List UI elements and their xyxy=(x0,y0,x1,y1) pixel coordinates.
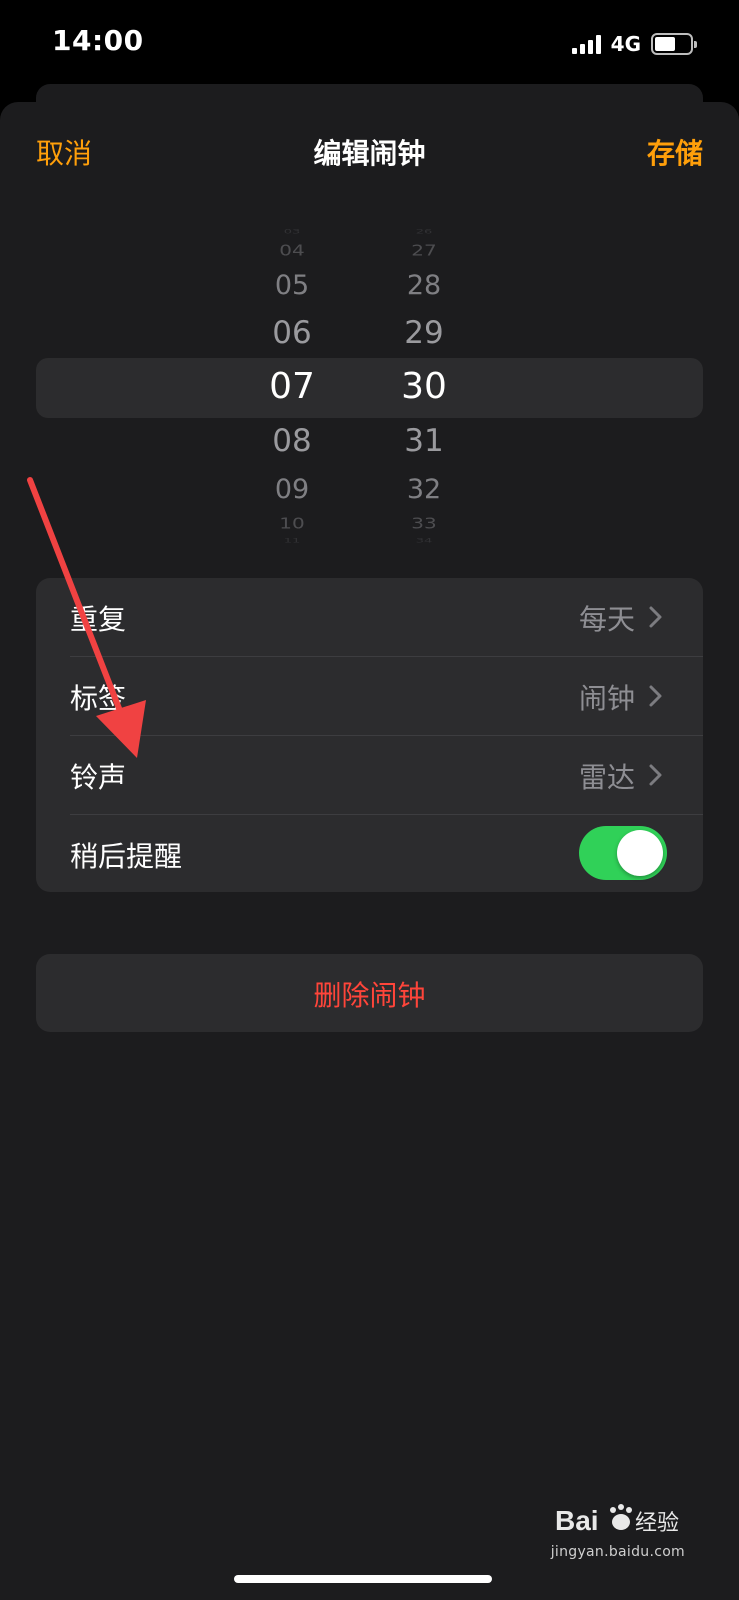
hour-wheel-item[interactable]: 09 xyxy=(252,474,332,505)
minute-wheel-item[interactable]: 27 xyxy=(384,241,464,259)
hour-wheel-item[interactable]: 06 xyxy=(252,315,332,351)
screen: 14:00 4G 取消 编辑闹钟 存储 03 04 05 06 07 08 09 10 11 26… xyxy=(0,0,739,1600)
save-button[interactable]: 存储 xyxy=(647,132,703,172)
minute-wheel-item[interactable]: 32 xyxy=(384,474,464,505)
status-time: 14:00 xyxy=(52,24,144,57)
svg-text:经验: 经验 xyxy=(635,1511,679,1536)
hour-wheel-item[interactable]: 05 xyxy=(252,270,332,301)
repeat-row[interactable]: 重复 每天 xyxy=(36,578,703,656)
baidu-jingyan-watermark: Bai 经验 jingyan.baidu.com xyxy=(551,1500,685,1560)
page-title: 编辑闹钟 xyxy=(313,137,426,170)
toggle-knob xyxy=(617,830,663,876)
status-icons: 4G xyxy=(571,30,697,58)
snooze-toggle[interactable] xyxy=(579,826,667,880)
alarm-settings-group: 重复 每天 标签 闹钟 铃声 雷达 稍后提醒 xyxy=(36,578,703,892)
minute-wheel-item[interactable]: 33 xyxy=(384,514,464,532)
label-row[interactable]: 标签 闹钟 xyxy=(36,657,703,735)
watermark-url: jingyan.baidu.com xyxy=(550,1544,685,1560)
hour-wheel-item[interactable]: 07 xyxy=(252,366,332,407)
chevron-right-icon xyxy=(649,764,662,786)
delete-alarm-label: 删除闹钟 xyxy=(313,979,426,1012)
sound-row[interactable]: 铃声 雷达 xyxy=(36,736,703,814)
sound-label: 铃声 xyxy=(70,761,127,794)
repeat-label: 重复 xyxy=(70,603,127,636)
svg-text:Bai: Bai xyxy=(555,1505,599,1536)
minute-wheel-item[interactable]: 29 xyxy=(384,315,464,351)
snooze-label: 稍后提醒 xyxy=(70,840,183,873)
repeat-value: 每天 xyxy=(578,603,635,636)
battery-icon xyxy=(651,33,697,55)
label-value: 闹钟 xyxy=(578,682,635,715)
minute-wheel-item[interactable]: 34 xyxy=(384,537,464,545)
minute-wheel-item[interactable]: 30 xyxy=(384,366,464,407)
minute-wheel-item[interactable]: 28 xyxy=(384,270,464,301)
hour-wheel-item[interactable]: 08 xyxy=(252,423,332,459)
delete-alarm-button[interactable]: 删除闹钟 xyxy=(36,954,703,1032)
hour-wheel-item[interactable]: 10 xyxy=(252,514,332,532)
network-type: 4G xyxy=(610,32,641,56)
label-label: 标签 xyxy=(70,682,127,715)
time-picker-selection xyxy=(36,358,703,418)
baidu-paw-logo-icon: Bai 经验 xyxy=(555,1504,679,1536)
minute-wheel-item[interactable]: 31 xyxy=(384,423,464,459)
home-indicator[interactable] xyxy=(234,1575,492,1583)
chevron-right-icon xyxy=(649,685,662,707)
hour-wheel-item[interactable]: 04 xyxy=(252,241,332,259)
hour-wheel-item[interactable]: 11 xyxy=(252,537,332,545)
cellular-signal-icon xyxy=(571,34,601,54)
sound-value: 雷达 xyxy=(578,761,635,794)
hour-wheel-item[interactable]: 03 xyxy=(252,228,332,236)
chevron-right-icon xyxy=(649,606,662,628)
minute-wheel-item[interactable]: 26 xyxy=(384,228,464,236)
